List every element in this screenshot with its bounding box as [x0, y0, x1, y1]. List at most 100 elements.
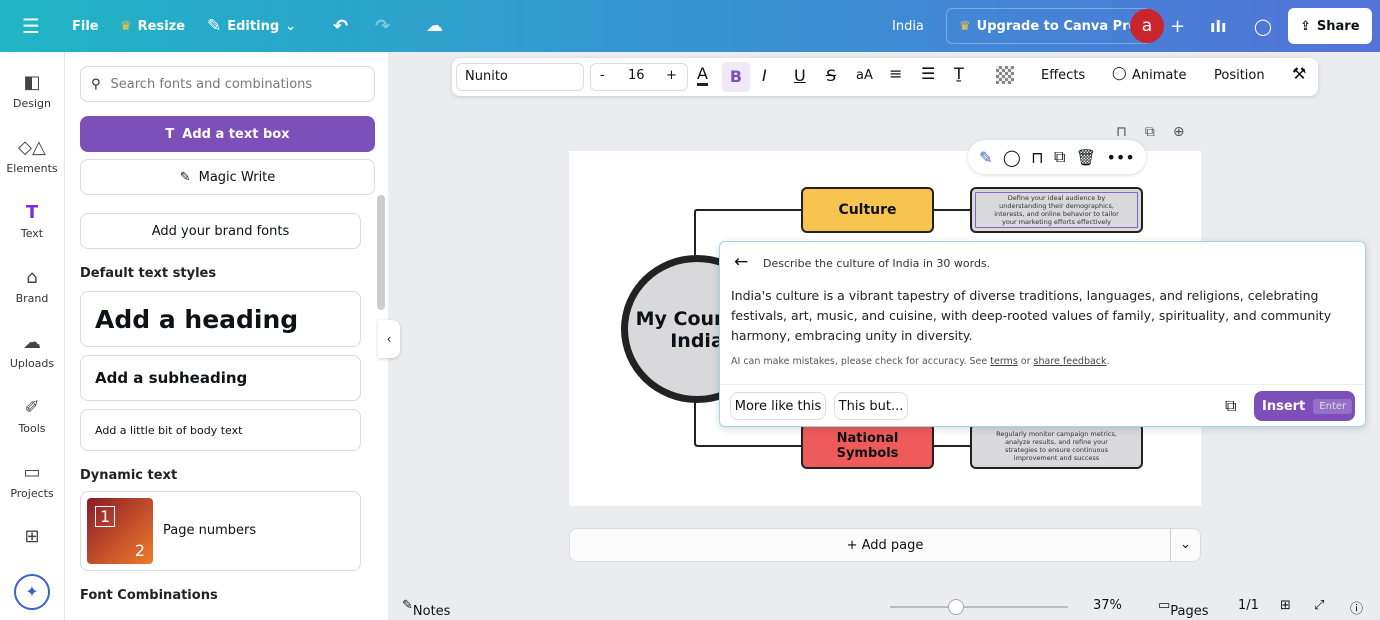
italic-button[interactable]: I [762, 66, 767, 85]
editing-label: Editing [227, 18, 280, 34]
page-numbers-thumbnail: 12 [87, 498, 153, 564]
more-like-this-button[interactable]: More like this [730, 392, 826, 420]
add-subheading-button[interactable]: Add a subheading [80, 355, 361, 401]
text-icon: T [25, 202, 39, 223]
help-icon[interactable]: ⓘ [1350, 598, 1363, 617]
upgrade-button[interactable]: ♛ Upgrade to Canva Pro [946, 8, 1151, 44]
letter-case-button[interactable]: aA [856, 68, 873, 83]
culture-text-box[interactable]: Define your ideal audience by understand… [970, 187, 1143, 233]
projects-icon: ▭ [23, 462, 41, 483]
undo-icon[interactable]: ↶ [333, 16, 348, 37]
rail-label: Uploads [9, 357, 55, 370]
copy-style-icon[interactable]: ⚒ [1292, 64, 1306, 83]
text-color-icon[interactable]: A [697, 64, 708, 86]
apps-icon[interactable]: ⊞ [0, 526, 64, 551]
lock-icon[interactable]: ⊓ [1031, 148, 1043, 167]
trash-icon[interactable]: 🗑 [1076, 148, 1096, 167]
plus-icon[interactable]: + [1170, 16, 1185, 37]
analytics-icon[interactable]: ılı [1210, 17, 1226, 36]
animate-button[interactable]: Animate [1132, 68, 1186, 83]
zoom-level[interactable]: 37% [1093, 598, 1122, 613]
editing-dropdown[interactable]: ✎ Editing ⌄ [207, 16, 296, 36]
search-icon: ⚲ [91, 76, 101, 92]
redo-icon[interactable]: ↷ [375, 16, 390, 37]
rail-projects[interactable]: ▭ Projects [0, 462, 64, 500]
add-text-box-button[interactable]: T Add a text box [80, 116, 375, 152]
more-icon[interactable]: ••• [1106, 148, 1134, 167]
font-family-select[interactable]: Nunito [456, 63, 584, 91]
add-body-text-button[interactable]: Add a little bit of body text [80, 409, 361, 451]
rail-uploads[interactable]: ☁ Uploads [0, 332, 64, 370]
back-arrow-icon[interactable]: ← [734, 252, 748, 272]
terms-link[interactable]: terms [990, 356, 1018, 367]
magic-icon[interactable]: ✦ [14, 574, 50, 610]
insert-button[interactable]: Insert Enter [1254, 391, 1355, 421]
chevron-down-icon: ⌄ [285, 18, 297, 34]
feedback-link[interactable]: share feedback [1034, 356, 1107, 367]
disclaimer-dot: . [1106, 356, 1110, 367]
enter-shortcut: Enter [1313, 398, 1353, 414]
zoom-slider-handle[interactable] [947, 599, 964, 615]
decrease-size-button[interactable]: - [600, 68, 605, 83]
add-page-label: + Add page [846, 537, 924, 553]
add-heading-button[interactable]: Add a heading [80, 291, 361, 347]
page-numbers-label: Page numbers [163, 523, 257, 538]
resize-button[interactable]: ♛ Resize [120, 19, 185, 34]
symbols-node[interactable]: National Symbols [801, 423, 934, 469]
effects-button[interactable]: Effects [1041, 68, 1085, 83]
magic-edit-icon[interactable]: ✎ [979, 148, 992, 167]
pages-button[interactable]: ▭ Pages [1158, 598, 1209, 619]
rail-brand[interactable]: ⌂ Brand [0, 267, 64, 305]
font-search-input[interactable]: ⚲ Search fonts and combinations [80, 66, 375, 102]
brand-icon: ⌂ [26, 267, 38, 288]
file-menu[interactable]: File [72, 19, 99, 34]
comment-icon[interactable]: ◯ [1254, 17, 1272, 36]
animate-icon: ◯ [1112, 66, 1127, 81]
zoom-slider[interactable] [890, 599, 1068, 615]
rail-elements[interactable]: ◇△ Elements [0, 137, 64, 175]
side-rail: ◧ Design ◇△ Elements T Text ⌂ Brand ☁ Uploads… [0, 52, 64, 620]
list-icon[interactable]: ☰ [921, 64, 935, 83]
menu-icon[interactable]: ☰ [22, 14, 40, 38]
add-page-button[interactable]: + Add page ⌄ [569, 528, 1201, 562]
ai-result-text[interactable]: India's culture is a vibrant tapestry of… [731, 286, 1359, 346]
fullscreen-icon[interactable]: ⤢ [1314, 598, 1324, 613]
thumb-number: 1 [95, 506, 116, 527]
spacing-icon[interactable]: Ṯ [954, 64, 964, 83]
grid-view-icon[interactable]: ⊞ [1280, 598, 1291, 613]
collapse-panel-button[interactable]: ‹ [378, 320, 400, 358]
strikethrough-button[interactable]: S [826, 66, 836, 85]
position-button[interactable]: Position [1214, 68, 1265, 83]
this-but-button[interactable]: This but... [834, 392, 908, 420]
add-brand-fonts-button[interactable]: Add your brand fonts [80, 213, 361, 249]
magic-write-button[interactable]: ✎ Magic Write [80, 159, 375, 195]
chevron-down-icon[interactable]: ⌄ [1170, 529, 1200, 561]
rail-label: Projects [10, 487, 54, 500]
page-numbers-button[interactable]: 12 Page numbers [80, 491, 361, 571]
rail-design[interactable]: ◧ Design [0, 72, 64, 110]
panel-scrollbar[interactable] [377, 195, 385, 310]
font-size-input[interactable]: 16 [628, 68, 645, 83]
avatar[interactable]: a [1130, 9, 1164, 43]
comment-icon[interactable]: ◯ [1003, 148, 1021, 167]
culture-node[interactable]: Culture [801, 187, 934, 233]
text-panel: ⚲ Search fonts and combinations T Add a te… [64, 52, 388, 620]
transparency-icon[interactable] [996, 66, 1014, 84]
page-actions[interactable]: ⊓⧉⊕ [1116, 124, 1203, 140]
uploads-icon: ☁ [23, 332, 41, 353]
notes-button[interactable]: ✎ Notes [402, 598, 450, 619]
copy-icon[interactable]: ⧉ [1225, 396, 1236, 416]
symbols-text-box[interactable]: Regularly monitor campaign metrics, anal… [970, 423, 1143, 469]
design-title[interactable]: India [892, 19, 924, 34]
rail-tools[interactable]: ✐ Tools [0, 397, 64, 435]
pages-label: Pages [1170, 604, 1209, 619]
cloud-save-icon[interactable]: ☁ [426, 16, 443, 36]
duplicate-icon[interactable]: ⧉ [1054, 147, 1065, 167]
increase-size-button[interactable]: + [666, 68, 677, 83]
magic-write-popup: ← Describe the culture of India in 30 wo… [719, 241, 1366, 427]
underline-button[interactable]: U [794, 66, 806, 85]
bold-button[interactable]: B [722, 62, 750, 92]
align-center-icon[interactable]: ≡ [889, 64, 902, 83]
rail-text[interactable]: T Text [0, 202, 64, 240]
share-button[interactable]: ⇪ Share [1288, 8, 1372, 44]
